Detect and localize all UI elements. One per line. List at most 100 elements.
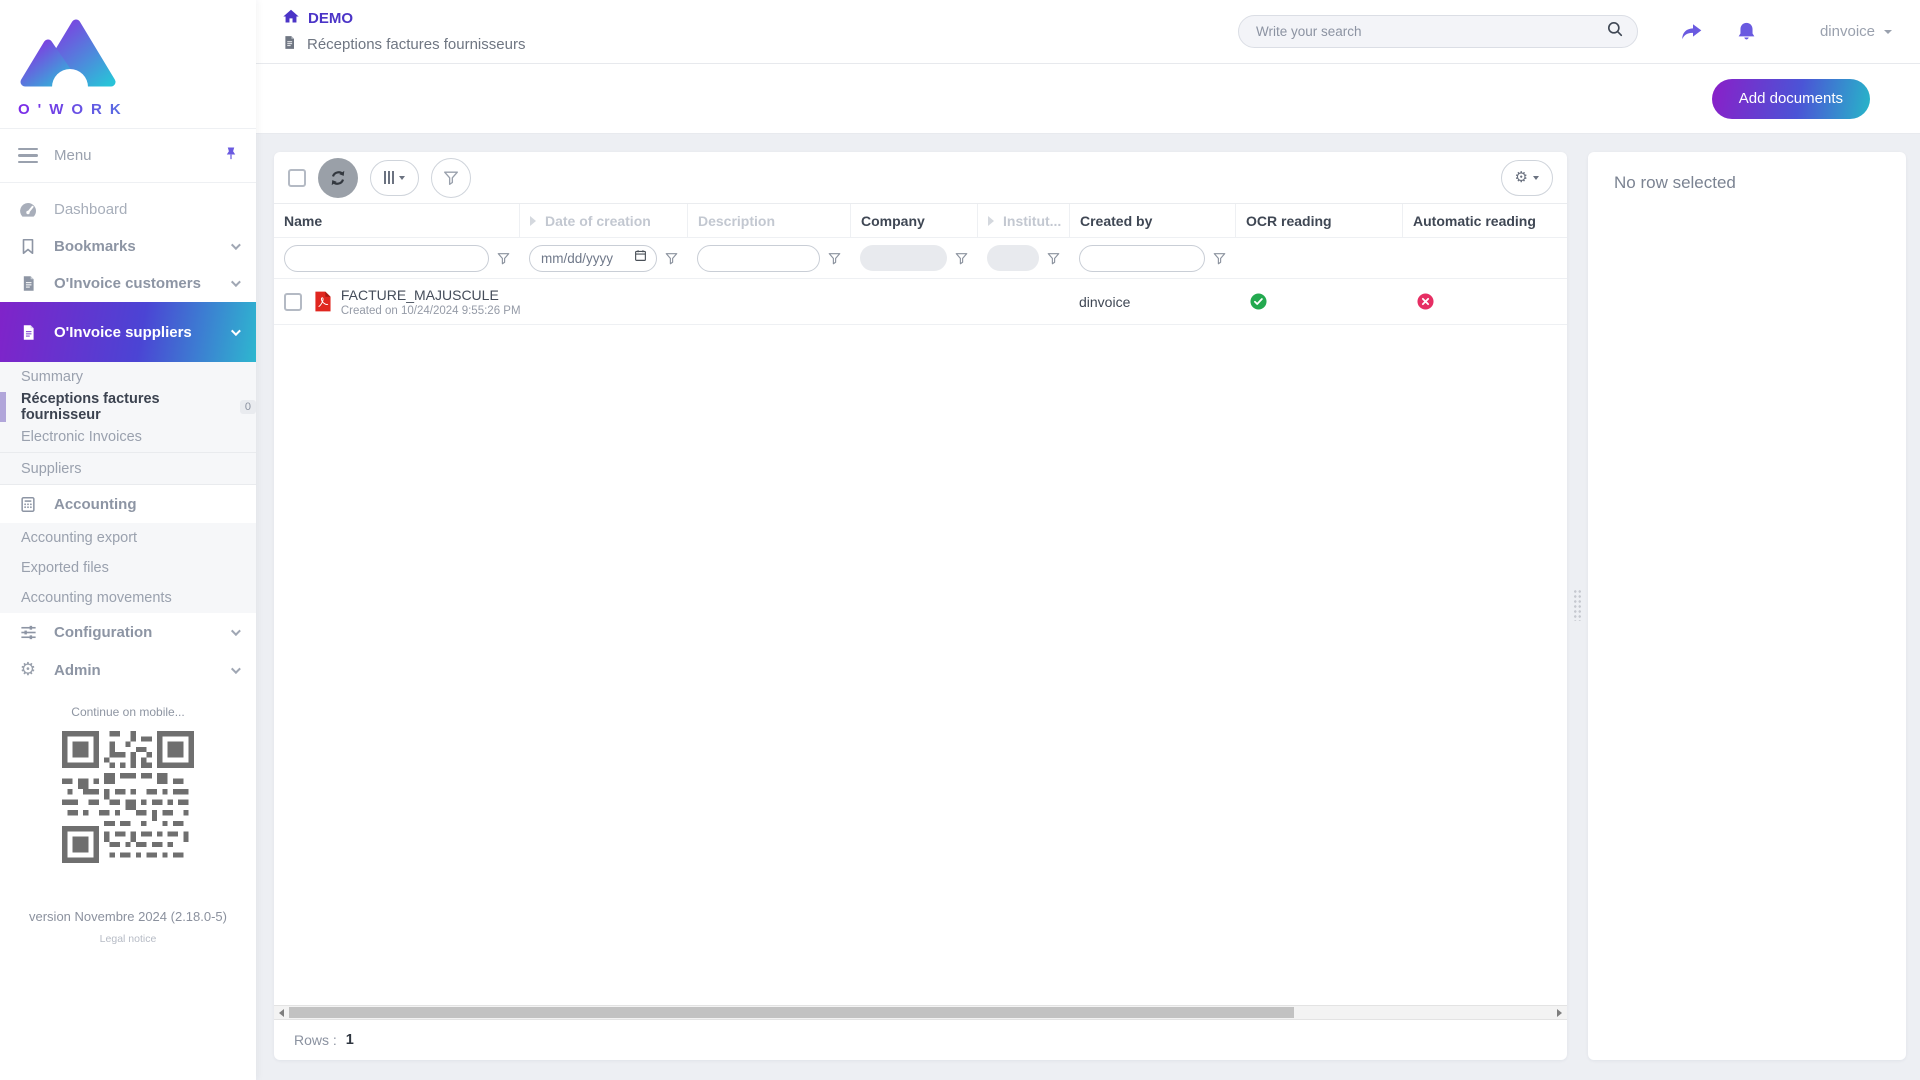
chevron-down-icon xyxy=(1533,176,1539,180)
table-header-row: Name Date of creation Description Compan… xyxy=(274,204,1567,238)
institution-filter-input-disabled xyxy=(987,245,1039,271)
table-row[interactable]: FACTURE_MAJUSCULE Created on 10/24/2024 … xyxy=(274,279,1567,325)
gear-icon: ⚙ xyxy=(1515,170,1528,185)
sidebar-subitem-electronic-invoices[interactable]: Electronic Invoices xyxy=(0,422,256,452)
home-icon xyxy=(282,8,300,29)
share-button[interactable] xyxy=(1678,20,1705,44)
drag-handle-icon[interactable] xyxy=(1573,589,1582,621)
table-footer: Rows : 1 xyxy=(274,1020,1567,1060)
expand-arrow-icon[interactable] xyxy=(988,216,994,226)
user-menu[interactable]: dinvoice xyxy=(1820,23,1892,40)
funnel-icon[interactable] xyxy=(954,251,969,266)
notifications-button[interactable] xyxy=(1735,20,1758,44)
detail-panel: No row selected xyxy=(1588,152,1906,1060)
scroll-left-button[interactable] xyxy=(274,1009,289,1017)
hamburger-icon xyxy=(18,148,38,163)
date-filter-input[interactable] xyxy=(534,251,630,266)
continue-on-mobile-label: Continue on mobile... xyxy=(0,705,256,719)
panel-splitter[interactable] xyxy=(1567,152,1588,1060)
forward-arrow-icon xyxy=(1678,20,1705,44)
description-filter-input[interactable] xyxy=(697,245,820,272)
sidebar-subitem-accounting-export[interactable]: Accounting export xyxy=(0,523,256,553)
rows-count: 1 xyxy=(346,1032,354,1048)
sidebar-subitem-suppliers[interactable]: Suppliers xyxy=(0,452,256,485)
filter-cell-description xyxy=(687,245,850,272)
bookmark-icon xyxy=(18,237,38,256)
document-icon xyxy=(18,323,38,342)
column-header-ocr-reading[interactable]: OCR reading xyxy=(1235,204,1402,237)
action-bar: Add documents xyxy=(256,64,1920,134)
funnel-icon[interactable] xyxy=(827,251,842,266)
document-name[interactable]: FACTURE_MAJUSCULE xyxy=(341,287,519,303)
filter-cell-date xyxy=(519,245,687,272)
sidebar-subitem-exported-files[interactable]: Exported files xyxy=(0,553,256,583)
refresh-button[interactable] xyxy=(318,158,358,198)
sidebar-item-label: Admin xyxy=(54,662,101,679)
column-header-company[interactable]: Company xyxy=(850,204,977,237)
column-header-date-of-creation[interactable]: Date of creation xyxy=(519,204,687,237)
columns-button[interactable] xyxy=(370,160,419,196)
refresh-icon xyxy=(328,168,348,188)
column-header-description[interactable]: Description xyxy=(687,204,850,237)
funnel-icon[interactable] xyxy=(664,251,679,266)
sidebar-item-admin[interactable]: ⚙ Admin xyxy=(0,651,256,689)
legal-notice-link[interactable]: Legal notice xyxy=(0,933,256,945)
sidebar-item-dashboard[interactable]: Dashboard xyxy=(0,191,256,228)
subitem-label: Accounting export xyxy=(21,530,137,546)
funnel-icon[interactable] xyxy=(1212,251,1227,266)
name-filter-input[interactable] xyxy=(284,245,489,272)
chevron-down-icon xyxy=(231,664,241,674)
sidebar-item-label: Bookmarks xyxy=(54,238,136,255)
add-documents-button[interactable]: Add documents xyxy=(1712,79,1870,119)
funnel-icon[interactable] xyxy=(496,251,511,266)
pin-icon[interactable] xyxy=(224,146,238,166)
chevron-down-icon xyxy=(231,626,241,636)
chevron-down-icon xyxy=(231,277,241,287)
sidebar: O'WORK Menu Dashboard Bookmarks O'Invoic… xyxy=(0,0,256,1080)
filter-cell-name xyxy=(274,245,519,272)
row-name-cell: FACTURE_MAJUSCULE Created on 10/24/2024 … xyxy=(274,287,519,317)
table-filter-row xyxy=(274,238,1567,279)
sidebar-item-oinvoice-customers[interactable]: O'Invoice customers xyxy=(0,265,256,302)
empty-selection-message: No row selected xyxy=(1614,173,1880,193)
bell-icon xyxy=(1735,20,1758,44)
scroll-right-button[interactable] xyxy=(1552,1009,1567,1017)
chevron-down-icon xyxy=(231,326,241,336)
breadcrumb-label: Réceptions factures fournisseurs xyxy=(307,36,525,53)
filters-button[interactable] xyxy=(431,158,471,198)
sidebar-item-oinvoice-suppliers[interactable]: O'Invoice suppliers xyxy=(0,302,256,362)
expand-arrow-icon[interactable] xyxy=(530,216,536,226)
filter-cell-created-by xyxy=(1069,245,1235,272)
sidebar-item-bookmarks[interactable]: Bookmarks xyxy=(0,228,256,265)
select-all-checkbox[interactable] xyxy=(288,169,306,187)
sidebar-subitem-receptions-factures[interactable]: Réceptions factures fournisseur 0 xyxy=(0,392,256,422)
chevron-down-icon xyxy=(1884,30,1892,34)
column-header-name[interactable]: Name xyxy=(274,204,519,237)
funnel-icon[interactable] xyxy=(1046,251,1061,266)
horizontal-scrollbar[interactable] xyxy=(274,1005,1567,1020)
table-settings-button[interactable]: ⚙ xyxy=(1501,160,1553,196)
row-checkbox[interactable] xyxy=(284,293,302,311)
app-title-row[interactable]: DEMO xyxy=(282,8,525,29)
sidebar-item-label: O'Invoice customers xyxy=(54,275,201,292)
gear-icon: ⚙ xyxy=(18,661,38,679)
column-header-created-by[interactable]: Created by xyxy=(1069,204,1235,237)
content: ⚙ Name Date of creation Description Comp… xyxy=(256,134,1920,1080)
column-header-automatic-reading[interactable]: Automatic reading xyxy=(1402,204,1567,237)
sidebar-subitem-summary[interactable]: Summary xyxy=(0,362,256,392)
sidebar-item-configuration[interactable]: Configuration xyxy=(0,613,256,651)
search-input[interactable] xyxy=(1254,23,1606,40)
subitem-label: Accounting movements xyxy=(21,590,172,606)
column-header-institution[interactable]: Institut... xyxy=(977,204,1069,237)
scrollbar-thumb[interactable] xyxy=(289,1007,1294,1018)
search-icon[interactable] xyxy=(1606,20,1624,43)
sidebar-subitem-accounting-movements[interactable]: Accounting movements xyxy=(0,583,256,613)
suppliers-submenu: Summary Réceptions factures fournisseur … xyxy=(0,362,256,485)
calendar-icon[interactable] xyxy=(634,249,647,267)
sidebar-menu-toggle[interactable]: Menu xyxy=(0,128,256,183)
chevron-down-icon xyxy=(399,176,405,180)
created-by-filter-input[interactable] xyxy=(1079,245,1205,272)
file-icon xyxy=(282,34,297,55)
sidebar-item-accounting[interactable]: Accounting xyxy=(0,485,256,523)
filter-cell-institution xyxy=(977,245,1069,271)
